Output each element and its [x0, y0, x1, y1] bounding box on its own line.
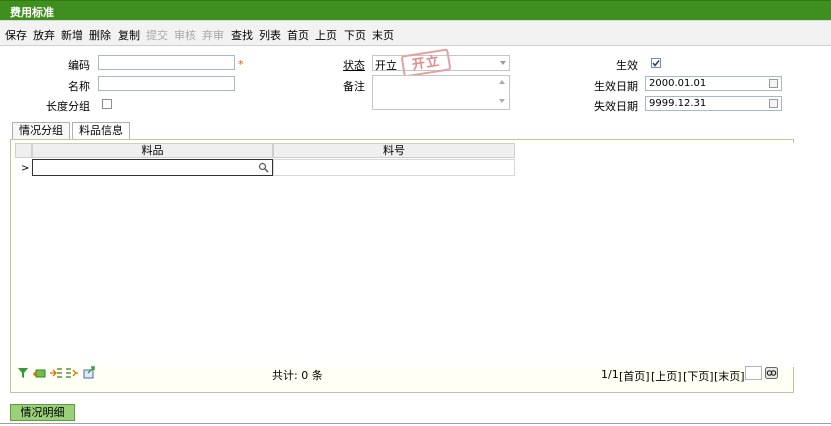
copy-button[interactable]: 复制 [118, 27, 140, 43]
row-indicator: > [21, 163, 30, 174]
effective-date-label: 生效日期 [594, 80, 638, 93]
remark-label: 备注 [343, 80, 365, 93]
effective-label: 生效 [616, 59, 638, 72]
prev-page-button[interactable]: 上页 [315, 27, 337, 43]
find-button[interactable]: 查找 [231, 27, 253, 43]
grid-corner-header [15, 143, 32, 158]
unapprove-button[interactable]: 弃审 [202, 27, 224, 43]
scroll-up-icon[interactable] [499, 80, 505, 84]
submit-button[interactable]: 提交 [146, 27, 168, 43]
page-number-input[interactable] [745, 366, 762, 380]
pager-next-link[interactable]: [下页] [683, 368, 714, 384]
calendar-icon[interactable] [769, 99, 778, 108]
filter-icon[interactable] [17, 367, 29, 379]
required-mark: * [238, 58, 244, 71]
situation-detail-button[interactable]: 情况明细 [10, 404, 75, 421]
name-input[interactable] [98, 76, 235, 91]
effective-date-value: 2000.01.01 [649, 78, 707, 89]
pager-first-link[interactable]: [首页] [619, 368, 650, 384]
toolbar: 保存 放弃 新增 删除 复制 提交 审核 弃审 查找 列表 首页 上页 下页 末… [0, 20, 831, 46]
next-page-button[interactable]: 下页 [344, 27, 366, 43]
go-icon[interactable] [765, 367, 778, 379]
add-button[interactable]: 新增 [61, 27, 83, 43]
status-label[interactable]: 状态 [320, 57, 365, 73]
effective-date-input[interactable]: 2000.01.01 [645, 76, 782, 91]
status-stamp: 开立 [400, 48, 452, 78]
tab-situation-group[interactable]: 情况分组 [12, 122, 70, 139]
insert-row-icon[interactable] [49, 367, 63, 379]
item-grid [15, 143, 795, 367]
approve-button[interactable]: 审核 [174, 27, 196, 43]
expiry-date-input[interactable]: 9999.12.31 [645, 96, 782, 111]
window-title: 费用标准 [10, 6, 54, 19]
chevron-down-icon [500, 61, 506, 65]
item-code-cell[interactable] [273, 159, 515, 176]
record-count: 共计: 0 条 [272, 369, 323, 382]
first-page-button[interactable]: 首页 [287, 27, 309, 43]
discard-button[interactable]: 放弃 [33, 27, 55, 43]
page-indicator: 1/1 [601, 368, 619, 381]
name-label: 名称 [68, 80, 90, 93]
export-icon[interactable] [82, 366, 96, 379]
expiry-date-value: 9999.12.31 [649, 98, 707, 109]
code-label: 编码 [68, 59, 90, 72]
pager-last-link[interactable]: [末页] [714, 368, 745, 384]
checkmark-icon [652, 60, 660, 67]
delete-button[interactable]: 删除 [89, 27, 111, 43]
length-group-label: 长度分组 [46, 100, 90, 113]
code-input[interactable] [98, 55, 235, 70]
status-value: 开立 [375, 59, 397, 72]
save-button[interactable]: 保存 [5, 27, 27, 43]
item-cell-input[interactable] [32, 159, 273, 176]
search-icon[interactable] [258, 162, 269, 173]
column-header-item[interactable]: 料品 [32, 143, 273, 158]
pager-prev-link[interactable]: [上页] [651, 368, 682, 384]
last-page-button[interactable]: 末页 [372, 27, 394, 43]
calendar-icon[interactable] [769, 79, 778, 88]
delete-row-icon[interactable] [65, 367, 79, 379]
tab-item-info[interactable]: 料品信息 [72, 122, 130, 140]
remark-textarea[interactable] [372, 75, 510, 110]
add-row-icon[interactable] [32, 367, 46, 379]
list-button[interactable]: 列表 [259, 27, 281, 43]
scroll-down-icon[interactable] [499, 99, 505, 103]
bottom-divider [0, 423, 831, 424]
expiry-date-label: 失效日期 [594, 100, 638, 113]
window-title-bar: 费用标准 [0, 0, 831, 20]
effective-checkbox[interactable] [651, 58, 661, 68]
column-header-item-code[interactable]: 料号 [273, 143, 515, 158]
length-group-checkbox[interactable] [102, 99, 112, 109]
